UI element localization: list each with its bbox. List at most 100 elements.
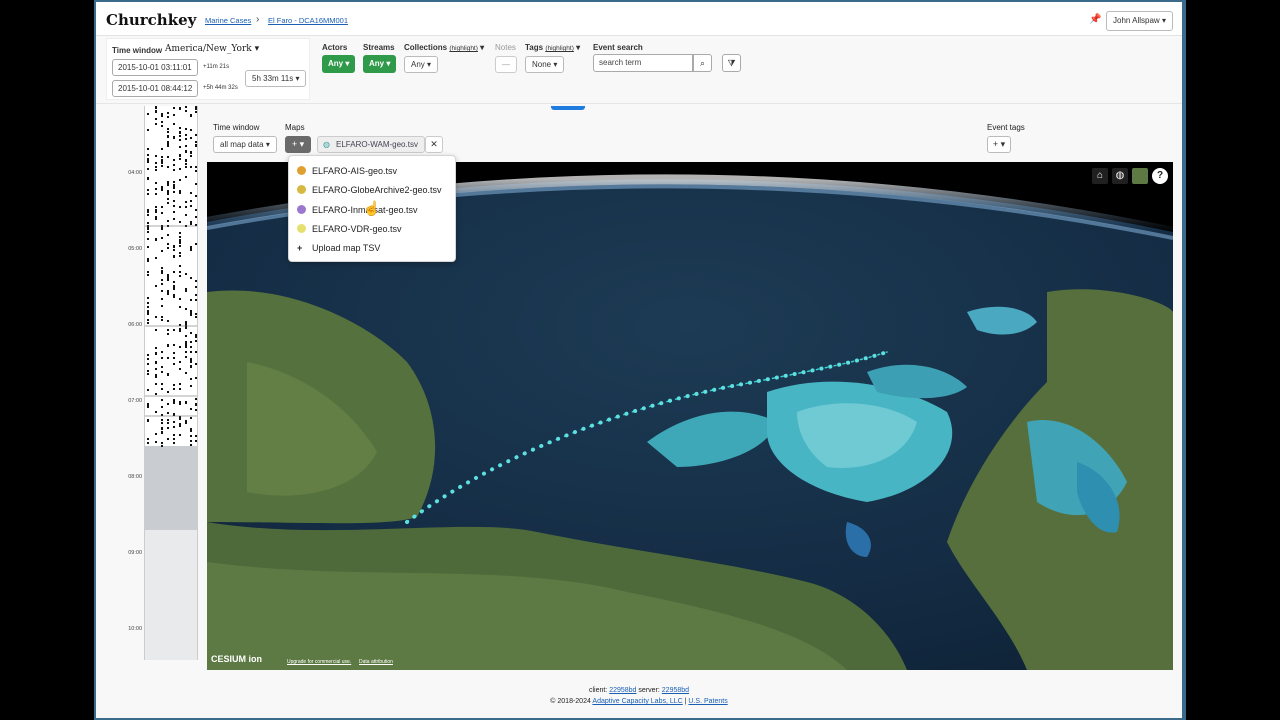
- end-time-input[interactable]: 2015-10-01 08:44:12: [112, 80, 199, 97]
- add-event-tag-button[interactable]: + ▾: [987, 136, 1011, 153]
- map-time-window-select[interactable]: all map data ▾: [213, 136, 277, 153]
- event-tags-label: Event tags: [987, 123, 1025, 132]
- timeline-events: [145, 106, 197, 660]
- timeline-tick-label: 07:00: [128, 398, 142, 404]
- timeline-tick-label: 04:00: [128, 170, 142, 176]
- maps-label: Maps: [285, 123, 305, 132]
- globe-icon: ◍: [323, 140, 330, 149]
- footer: client: 22958bd server: 22958bd © 2018-2…: [96, 678, 1182, 718]
- server-label: server:: [638, 687, 660, 694]
- timezone-value: America/New_York: [165, 44, 252, 54]
- duration-select[interactable]: 5h 33m 11s ▾: [245, 70, 307, 87]
- map-time-window-value: all map data: [220, 140, 264, 149]
- pin-icon[interactable]: 📌: [1089, 14, 1101, 25]
- breadcrumb-case[interactable]: El Faro - DCA16MM001: [268, 16, 348, 25]
- search-icon[interactable]: ⌕: [693, 54, 712, 72]
- streams-label: Streams: [363, 43, 395, 52]
- menu-item-ais[interactable]: ELFARO-AIS-geo.tsv: [297, 163, 397, 179]
- user-name: John Allspaw: [1113, 16, 1160, 25]
- map-time-window-label: Time window: [213, 123, 260, 132]
- event-search-label: Event search: [593, 43, 643, 52]
- user-menu-button[interactable]: John Allspaw ▾: [1106, 11, 1173, 31]
- mouse-cursor-icon: ☝: [363, 200, 381, 216]
- plus-icon: +: [297, 243, 303, 253]
- app: Churchkey › Marine Cases › El Faro - DCA…: [96, 2, 1182, 718]
- credit-commercial-link[interactable]: Upgrade for commercial use.: [287, 659, 351, 665]
- duration-value: 5h 33m 11s: [252, 74, 294, 83]
- collections-label[interactable]: Collections (highlight) ▾: [404, 43, 484, 52]
- clear-filter-icon[interactable]: ⧩: [722, 54, 741, 72]
- caret-down-icon: ▾: [1161, 16, 1166, 25]
- menu-item-globearchive2[interactable]: ELFARO-GlobeArchive2-geo.tsv: [297, 182, 442, 198]
- plus-icon: +: [992, 139, 999, 149]
- notes-label: Notes: [495, 43, 516, 52]
- event-search-input[interactable]: search term: [593, 54, 693, 72]
- active-map-chip[interactable]: ◍ ELFARO-WAM-geo.tsv: [317, 136, 425, 153]
- menu-item-inmarsat[interactable]: ELFARO-Inmarsat-geo.tsv: [297, 202, 418, 218]
- start-delta: +11m 21s: [203, 64, 230, 70]
- timeline-tick-label: 09:00: [128, 550, 142, 556]
- menu-item-label: Upload map TSV: [312, 243, 381, 253]
- streams-value: Any: [369, 59, 385, 68]
- brand-logo[interactable]: Churchkey: [106, 11, 196, 29]
- timeline-tick-label: 08:00: [128, 474, 142, 480]
- copyright-text: © 2018-2024: [550, 698, 591, 705]
- timeline-tick-label: 10:00: [128, 626, 142, 632]
- collections-highlight: (highlight): [449, 45, 478, 52]
- chevron-right-icon: ›: [193, 14, 197, 25]
- actors-select[interactable]: Any ▾: [322, 55, 356, 73]
- timeline-tick-label: 06:00: [128, 322, 142, 328]
- map-controls: Time window all map data ▾ Maps + ▾ ◍ EL…: [207, 116, 1173, 160]
- tags-select[interactable]: None ▾: [525, 56, 565, 73]
- collections-select[interactable]: Any ▾: [404, 56, 439, 73]
- collections-label-text: Collections: [404, 43, 448, 52]
- breadcrumb-marine-cases[interactable]: Marine Cases: [205, 16, 251, 25]
- imagery-layer-icon[interactable]: [1132, 168, 1148, 184]
- globe-icon: [297, 185, 306, 194]
- top-header: Churchkey › Marine Cases › El Faro - DCA…: [96, 2, 1182, 36]
- client-label: client:: [588, 687, 608, 694]
- menu-item-label: ELFARO-AIS-geo.tsv: [312, 166, 398, 176]
- active-map-name: ELFARO-WAM-geo.tsv: [336, 140, 418, 149]
- collections-value: Any: [411, 60, 425, 69]
- globe-icon: [297, 205, 306, 214]
- timezone-select[interactable]: America/New_York ▾: [165, 44, 259, 54]
- timeline-tick-label: 05:00: [128, 246, 142, 252]
- time-window-label: Time window: [112, 46, 163, 55]
- globe-icon: [297, 224, 306, 233]
- tags-label-text: Tags: [525, 43, 544, 52]
- actors-label: Actors: [322, 43, 348, 52]
- company-link[interactable]: Adaptive Capacity Labs, LLC: [592, 698, 682, 705]
- help-icon[interactable]: ?: [1152, 168, 1168, 184]
- notes-select[interactable]: —: [495, 56, 517, 73]
- client-hash-link[interactable]: 22958bd: [609, 687, 636, 694]
- menu-item-vdr[interactable]: ELFARO-VDR-geo.tsv: [297, 221, 402, 237]
- streams-select[interactable]: Any ▾: [363, 55, 397, 73]
- menu-item-upload[interactable]: + Upload map TSV: [297, 240, 380, 256]
- menu-item-label: ELFARO-GlobeArchive2-geo.tsv: [312, 185, 442, 195]
- caret-down-icon: ▾: [254, 44, 260, 54]
- menu-item-label: ELFARO-VDR-geo.tsv: [312, 224, 402, 234]
- server-hash-link[interactable]: 22958bd: [662, 687, 689, 694]
- window-frame: Churchkey › Marine Cases › El Faro - DCA…: [94, 0, 1186, 720]
- add-map-button[interactable]: + ▾: [285, 136, 311, 153]
- tags-value: None: [532, 60, 552, 69]
- cesium-logo: CESIUM ion: [211, 654, 262, 664]
- panel-drag-handle[interactable]: [551, 106, 585, 110]
- tags-label[interactable]: Tags (highlight) ▾: [525, 43, 580, 52]
- end-delta: +5h 44m 32s: [203, 85, 238, 91]
- caret-down-icon: ▾: [295, 74, 300, 83]
- patents-link[interactable]: U.S. Patents: [688, 698, 727, 705]
- remove-map-button[interactable]: ✕: [425, 136, 443, 153]
- chevron-right-icon: ›: [256, 14, 260, 25]
- start-time-input[interactable]: 2015-10-01 03:11:01: [112, 59, 198, 76]
- footer-versions: client: 22958bd server: 22958bd: [96, 687, 1182, 694]
- footer-copyright: © 2018-2024 Adaptive Capacity Labs, LLC …: [550, 698, 728, 705]
- credit-data-link[interactable]: Data attribution: [359, 659, 393, 665]
- event-timeline[interactable]: [144, 106, 198, 660]
- plus-icon: +: [291, 139, 298, 149]
- tags-highlight: (highlight): [545, 45, 574, 52]
- globe-icon[interactable]: ◍: [1112, 168, 1128, 184]
- actors-value: Any: [328, 59, 344, 68]
- home-icon[interactable]: ⌂: [1092, 168, 1108, 184]
